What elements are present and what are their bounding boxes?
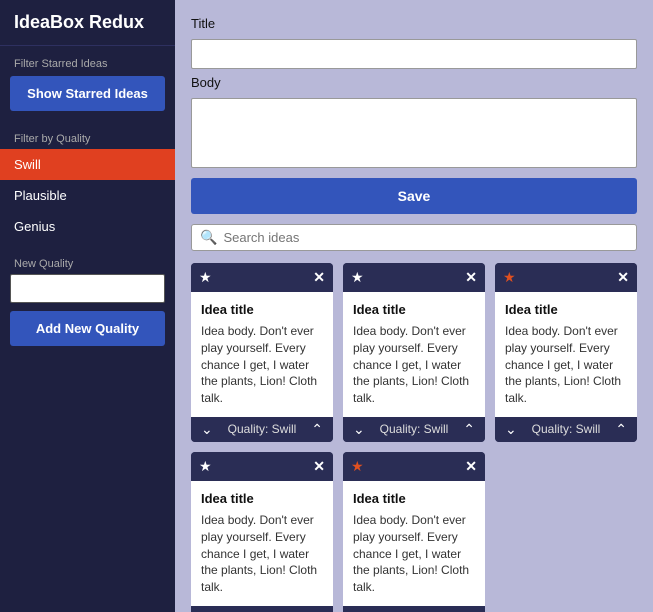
quality-badge: Quality: Swill — [215, 422, 310, 436]
card-body: Idea title Idea body. Don't ever play yo… — [191, 481, 333, 606]
card-footer: ⌄ Quality: Swill ⌃ — [191, 606, 333, 612]
card-body: Idea title Idea body. Don't ever play yo… — [343, 481, 485, 606]
card-text: Idea body. Don't ever play yourself. Eve… — [505, 323, 627, 407]
idea-card: ★ ✕ Idea title Idea body. Don't ever pla… — [191, 452, 333, 612]
search-icon: 🔍 — [200, 229, 217, 246]
new-quality-label: New Quality — [0, 242, 175, 274]
app-title: IdeaBox Redux — [0, 0, 175, 46]
quality-filter-plausible[interactable]: Plausible — [0, 180, 175, 211]
card-body: Idea title Idea body. Don't ever play yo… — [191, 292, 333, 417]
card-footer: ⌄ Quality: Swill ⌃ — [343, 417, 485, 442]
filter-starred-label: Filter Starred Ideas — [0, 46, 175, 76]
quality-up-button[interactable]: ⌃ — [309, 421, 325, 438]
close-icon[interactable]: ✕ — [313, 269, 325, 286]
card-title: Idea title — [353, 491, 475, 506]
quality-badge: Quality: Swill — [519, 422, 614, 436]
idea-card: ★ ✕ Idea title Idea body. Don't ever pla… — [495, 263, 637, 442]
title-input[interactable] — [191, 39, 637, 69]
close-icon[interactable]: ✕ — [617, 269, 629, 286]
card-text: Idea body. Don't ever play yourself. Eve… — [201, 323, 323, 407]
add-quality-button[interactable]: Add New Quality — [10, 311, 165, 346]
card-title: Idea title — [201, 302, 323, 317]
star-icon[interactable]: ★ — [199, 269, 212, 286]
body-textarea[interactable] — [191, 98, 637, 168]
idea-card: ★ ✕ Idea title Idea body. Don't ever pla… — [343, 263, 485, 442]
main-content: Title Body Save 🔍 ★ ✕ Idea title Idea bo… — [175, 0, 653, 612]
card-header: ★ ✕ — [343, 452, 485, 481]
card-title: Idea title — [505, 302, 627, 317]
close-icon[interactable]: ✕ — [465, 269, 477, 286]
card-text: Idea body. Don't ever play yourself. Eve… — [201, 512, 323, 596]
card-body: Idea title Idea body. Don't ever play yo… — [343, 292, 485, 417]
card-title: Idea title — [201, 491, 323, 506]
card-footer: ⌄ Quality: Swill ⌃ — [343, 606, 485, 612]
card-text: Idea body. Don't ever play yourself. Eve… — [353, 512, 475, 596]
card-footer: ⌄ Quality: Swill ⌃ — [191, 417, 333, 442]
card-body: Idea title Idea body. Don't ever play yo… — [495, 292, 637, 417]
idea-card: ★ ✕ Idea title Idea body. Don't ever pla… — [191, 263, 333, 442]
idea-card: ★ ✕ Idea title Idea body. Don't ever pla… — [343, 452, 485, 612]
quality-up-button[interactable]: ⌃ — [461, 421, 477, 438]
quality-badge: Quality: Swill — [367, 422, 462, 436]
card-title: Idea title — [353, 302, 475, 317]
quality-filter-genius[interactable]: Genius — [0, 211, 175, 242]
filter-quality-label: Filter by Quality — [0, 123, 175, 149]
card-footer: ⌄ Quality: Swill ⌃ — [495, 417, 637, 442]
star-icon[interactable]: ★ — [199, 458, 212, 475]
star-icon[interactable]: ★ — [503, 269, 516, 286]
card-header: ★ ✕ — [343, 263, 485, 292]
close-icon[interactable]: ✕ — [465, 458, 477, 475]
quality-up-button[interactable]: ⌃ — [613, 421, 629, 438]
card-header: ★ ✕ — [191, 452, 333, 481]
star-icon[interactable]: ★ — [351, 269, 364, 286]
sidebar: IdeaBox Redux Filter Starred Ideas Show … — [0, 0, 175, 612]
quality-filter-swill[interactable]: Swill — [0, 149, 175, 180]
quality-down-button[interactable]: ⌄ — [199, 421, 215, 438]
title-label: Title — [191, 16, 637, 31]
quality-down-button[interactable]: ⌄ — [351, 421, 367, 438]
star-icon[interactable]: ★ — [351, 458, 364, 475]
new-quality-input[interactable] — [10, 274, 165, 303]
save-button[interactable]: Save — [191, 178, 637, 214]
quality-down-button[interactable]: ⌄ — [503, 421, 519, 438]
card-header: ★ ✕ — [191, 263, 333, 292]
search-input[interactable] — [223, 230, 628, 245]
idea-form: Title Body Save — [191, 16, 637, 214]
cards-grid: ★ ✕ Idea title Idea body. Don't ever pla… — [191, 263, 637, 612]
close-icon[interactable]: ✕ — [313, 458, 325, 475]
show-starred-button[interactable]: Show Starred Ideas — [10, 76, 165, 111]
card-header: ★ ✕ — [495, 263, 637, 292]
card-text: Idea body. Don't ever play yourself. Eve… — [353, 323, 475, 407]
search-bar: 🔍 — [191, 224, 637, 251]
body-label: Body — [191, 75, 637, 90]
